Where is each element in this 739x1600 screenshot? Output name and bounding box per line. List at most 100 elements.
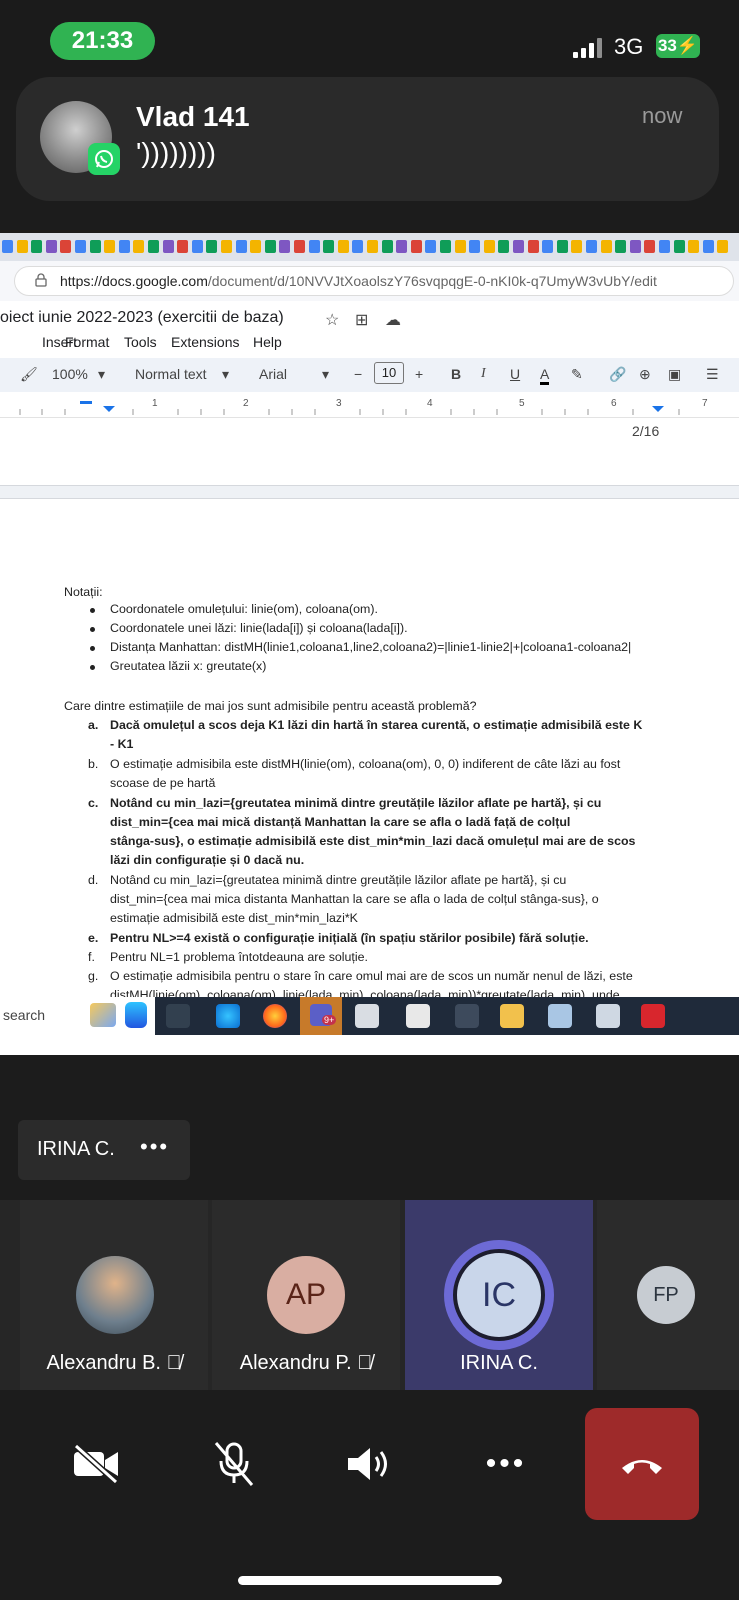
browser-tab-favicon[interactable] [688,240,700,253]
style-chevron-down-icon[interactable]: ▾ [222,366,229,383]
browser-tab-favicon[interactable] [410,240,422,253]
font-select[interactable]: Arial [259,366,287,382]
participant-tile[interactable]: AP Alexandru P. 🎙̸ [212,1200,400,1390]
menu-help[interactable]: Help [253,334,282,350]
browser-tab-favicon[interactable] [367,240,378,253]
image-icon[interactable]: ▣ [668,366,681,383]
browser-tab-favicon[interactable] [396,240,408,253]
style-select[interactable]: Normal text [135,366,207,382]
browser-tab-favicon[interactable] [659,240,670,253]
star-icon[interactable]: ☆ [325,310,339,330]
browser-tab-favicon[interactable] [118,240,130,253]
zoom-chevron-down-icon[interactable]: ▾ [98,366,105,383]
browser-tab-favicon[interactable] [352,240,364,253]
font-chevron-down-icon[interactable]: ▾ [322,366,329,383]
browser-tab-favicon[interactable] [702,240,714,253]
zoom-select[interactable]: 100% [52,366,88,382]
url-field[interactable]: https://docs.google.com/document/d/10NVV… [14,266,734,296]
browser-tab-favicon[interactable] [264,240,276,253]
underline-icon[interactable]: U [510,366,520,382]
presenter-more-icon[interactable]: ••• [140,1134,169,1160]
browser-tab-favicon[interactable] [600,240,612,253]
edge-icon[interactable] [216,1004,240,1028]
browser-tab-favicon[interactable] [221,240,232,253]
browser-tab-favicon[interactable] [644,240,656,253]
teams-icon[interactable]: 9+ [300,997,342,1035]
increase-font-icon[interactable]: + [415,366,423,382]
firefox-icon[interactable] [263,1004,287,1028]
taskbar-search[interactable]: search [0,997,155,1035]
text-color-icon[interactable]: A [540,366,550,385]
browser-tab-favicon[interactable] [235,240,247,253]
menu-extensions[interactable]: Extensions [171,334,239,350]
menu-tools[interactable]: Tools [124,334,157,350]
participant-tile-active[interactable]: IC IRINA C. [405,1200,593,1390]
browser-tab-favicon[interactable] [16,240,28,253]
doc-title[interactable]: oiect iunie 2022-2023 (exercitii de baza… [0,309,284,327]
browser-tab-strip[interactable] [0,233,739,261]
browser-tab-favicon[interactable] [615,240,627,253]
decrease-font-icon[interactable]: − [354,366,362,382]
browser-tab-favicon[interactable] [206,240,218,253]
browser-tab-favicon[interactable] [89,240,101,253]
browser-tab-favicon[interactable] [133,240,145,253]
cloud-status-icon[interactable]: ☁ [385,310,401,330]
browser-tab-favicon[interactable] [381,240,393,253]
browser-tab-favicon[interactable] [2,240,13,253]
browser-tab-favicon[interactable] [527,240,539,253]
presenter-tag[interactable]: IRINA C. ••• [18,1120,190,1180]
app-printer-icon[interactable] [596,1004,620,1028]
browser-tab-favicon[interactable] [294,240,305,253]
browser-tab-favicon[interactable] [454,240,466,253]
browser-tab-favicon[interactable] [75,240,86,253]
notification-banner[interactable]: Vlad 141 ')))))))) now [16,77,719,201]
document-body[interactable]: Notații: Coordonatele omulețului: linie(… [0,497,739,1002]
browser-tab-favicon[interactable] [250,240,262,253]
task-view-icon[interactable] [166,1004,190,1028]
link-icon[interactable]: 🔗 [609,366,626,383]
app-notes-icon[interactable] [548,1004,572,1028]
italic-icon[interactable]: I [481,366,486,382]
file-explorer-icon[interactable] [500,1004,524,1028]
comment-icon[interactable]: ⊕ [639,366,651,383]
hang-up-button[interactable] [585,1408,699,1520]
browser-tab-favicon[interactable] [31,240,43,253]
font-size-input[interactable]: 10 [374,362,404,384]
browser-tab-favicon[interactable] [425,240,437,253]
mute-button[interactable] [178,1408,290,1520]
browser-tab-favicon[interactable] [148,240,159,253]
browser-tab-favicon[interactable] [717,240,729,253]
browser-tab-favicon[interactable] [513,240,524,253]
browser-tab-favicon[interactable] [483,240,495,253]
more-options-button[interactable]: ••• [450,1408,562,1520]
home-indicator[interactable] [238,1576,502,1585]
acrobat-icon[interactable] [641,1004,665,1028]
browser-tab-favicon[interactable] [323,240,335,253]
app-cube-icon[interactable] [355,1004,379,1028]
browser-tab-favicon[interactable] [571,240,583,253]
browser-tab-favicon[interactable] [162,240,174,253]
participant-tile[interactable]: FP [597,1200,739,1390]
copilot-icon[interactable] [125,1002,147,1028]
browser-tab-favicon[interactable] [498,240,510,253]
browser-tab-favicon[interactable] [673,240,685,253]
browser-tab-favicon[interactable] [586,240,597,253]
document-app-icon[interactable] [406,1004,430,1028]
paint-format-icon[interactable]: 🖌 [20,366,38,383]
speaker-button[interactable] [312,1408,424,1520]
browser-tab-favicon[interactable] [469,240,481,253]
menu-format[interactable]: Format [65,334,109,350]
browser-tab-favicon[interactable] [177,240,189,253]
browser-tab-favicon[interactable] [279,240,291,253]
app-layers-icon[interactable] [455,1004,479,1028]
browser-tab-favicon[interactable] [104,240,116,253]
align-icon[interactable]: ☰ [706,366,719,383]
browser-tab-favicon[interactable] [629,240,641,253]
browser-tab-favicon[interactable] [60,240,72,253]
browser-tab-favicon[interactable] [542,240,554,253]
camera-off-button[interactable] [40,1408,152,1520]
bold-icon[interactable]: B [451,366,461,382]
browser-tab-favicon[interactable] [556,240,568,253]
browser-tab-favicon[interactable] [308,240,320,253]
browser-tab-favicon[interactable] [337,240,349,253]
